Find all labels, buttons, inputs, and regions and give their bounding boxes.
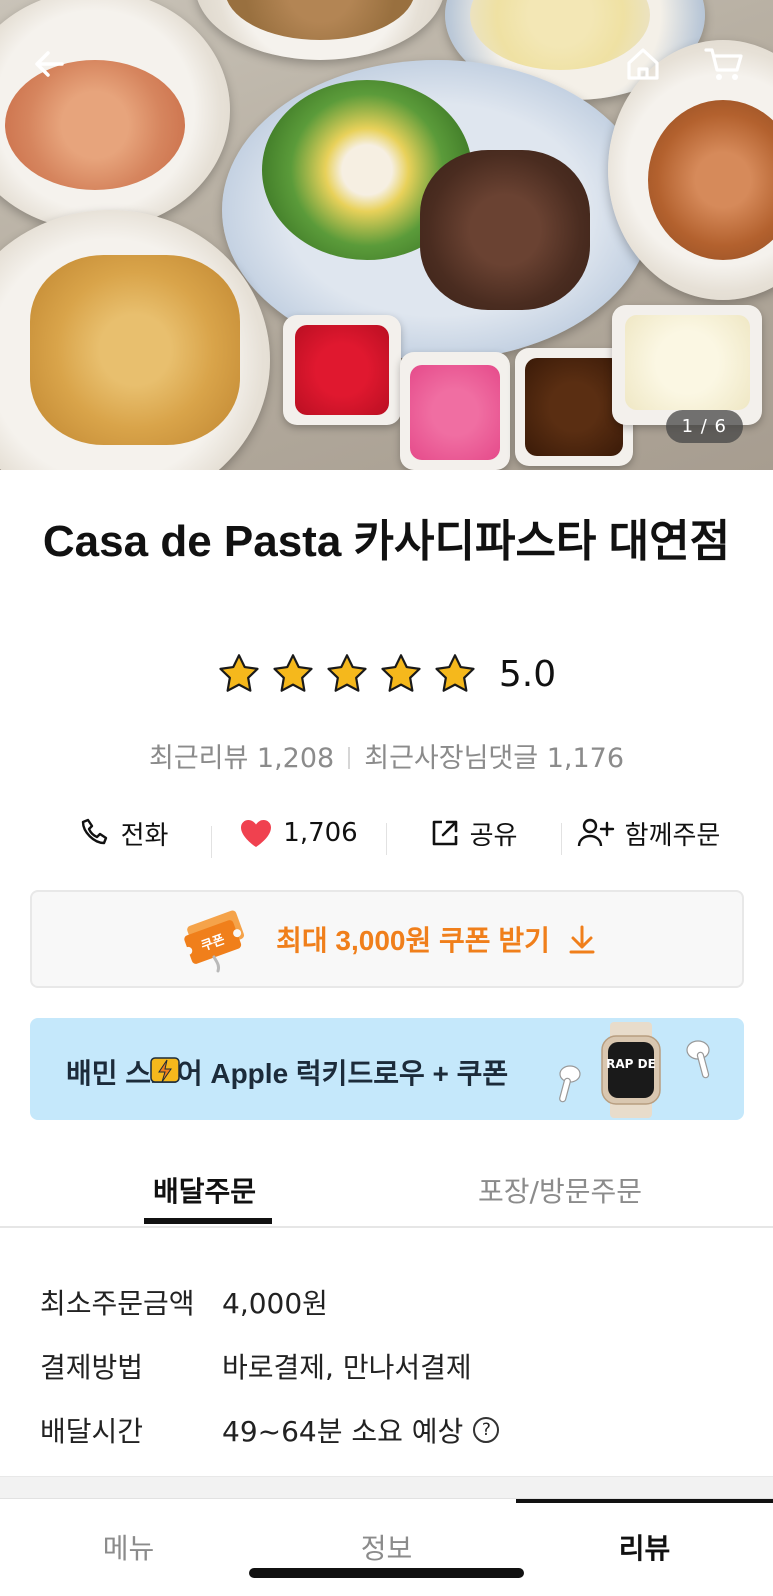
star-icon — [219, 654, 259, 692]
watch-text: RAP DE — [606, 1057, 656, 1071]
garlic-bread-image — [30, 255, 240, 445]
delivery-time-row: 배달시간 49~64분 소요 예상 ? — [40, 1398, 740, 1462]
coupon-download-button[interactable]: 쿠폰 최대 3,000원 쿠폰 받기 — [30, 890, 744, 988]
star-icon — [381, 654, 421, 692]
tab-delivery[interactable]: 배달주문 — [153, 1170, 256, 1210]
owner-replies-count[interactable]: 최근사장님댓글 1,176 — [364, 743, 624, 774]
cart-button[interactable] — [696, 36, 752, 92]
info-value: 4,000원 — [222, 1287, 328, 1320]
download-arrow-icon — [569, 925, 595, 954]
share-button[interactable]: 공유 — [386, 815, 561, 855]
home-indicator[interactable] — [249, 1568, 524, 1578]
call-label: 전화 — [120, 820, 169, 851]
add-user-icon — [577, 818, 614, 847]
recent-reviews-count[interactable]: 최근리뷰 1,208 — [149, 743, 334, 774]
star-icon — [327, 654, 367, 692]
heart-icon — [241, 820, 272, 847]
min-order-row: 최소주문금액 4,000원 — [40, 1270, 740, 1334]
pickled-radish-image — [410, 365, 500, 460]
active-tab-indicator — [144, 1218, 272, 1224]
payment-method-row: 결제방법 바로결제, 만나서결제 — [40, 1334, 740, 1398]
share-icon — [432, 820, 457, 846]
red-sauce-image — [295, 325, 389, 415]
group-order-button[interactable]: 함께주문 — [561, 815, 736, 855]
info-label: 최소주문금액 — [40, 1287, 195, 1320]
review-counts[interactable]: 최근리뷰 1,208 최근사장님댓글 1,176 — [0, 736, 773, 775]
airpod-right-icon — [686, 1040, 710, 1079]
tab-label: 메뉴 — [102, 1532, 155, 1565]
rating-score: 5.0 — [498, 653, 557, 695]
info-value: 49~64분 소요 예상 — [222, 1415, 464, 1448]
store-section-tabs: 메뉴 정보 리뷰 — [0, 1498, 773, 1596]
coupon-ticket-icon: 쿠폰 — [184, 910, 245, 973]
cream-sauce-image — [625, 315, 750, 410]
watch-icon: RAP DE — [601, 1022, 661, 1118]
tab-menu[interactable]: 메뉴 — [0, 1499, 257, 1596]
call-button[interactable]: 전화 — [36, 815, 211, 852]
info-value: 바로결제, 만나서결제 — [222, 1351, 472, 1384]
group-order-label: 함께주문 — [624, 820, 721, 851]
tab-review[interactable]: 리뷰 — [516, 1499, 773, 1596]
tab-label: 리뷰 — [618, 1532, 671, 1565]
home-icon — [627, 48, 659, 80]
info-label: 배달시간 — [40, 1415, 144, 1448]
order-type-tabs: 배달주문 포장/방문주문 — [0, 1158, 773, 1228]
like-count: 1,706 — [283, 818, 358, 848]
photo-counter: 1 / 6 — [665, 410, 743, 443]
lightning-bag-icon — [150, 1057, 180, 1083]
airpod-left-icon — [559, 1065, 581, 1103]
back-button[interactable] — [22, 36, 78, 92]
tab-info[interactable]: 정보 — [258, 1499, 515, 1596]
rating-stars — [217, 652, 477, 696]
info-label: 결제방법 — [40, 1351, 144, 1384]
delivery-info: 최소주문금액 4,000원 결제방법 바로결제, 만나서결제 배달시간 49~6… — [40, 1270, 740, 1462]
rating-row[interactable]: 5.0 — [0, 652, 773, 696]
brown-sauce-image — [525, 358, 623, 456]
info-value-wrap: 49~64분 소요 예상 ? — [222, 1410, 500, 1450]
phone-icon — [81, 818, 107, 845]
tab-label: 정보 — [360, 1532, 413, 1565]
store-actions: 전화 1,706 공유 함께주문 — [36, 808, 736, 858]
banner-text: 배민 스토어 Apple 럭키드로우 + 쿠폰 — [66, 1058, 509, 1089]
star-icon — [273, 654, 313, 692]
store-hero-photo[interactable]: 1 / 6 — [0, 0, 773, 470]
help-icon[interactable]: ? — [473, 1417, 500, 1443]
store-name: Casa de Pasta 카사디파스타 대연점 — [42, 517, 731, 566]
share-label: 공유 — [469, 820, 518, 851]
airpods-watch-image: RAP DE — [559, 1022, 710, 1118]
back-arrow-icon — [35, 51, 64, 77]
like-button[interactable]: 1,706 — [211, 818, 386, 858]
home-button[interactable] — [615, 36, 671, 92]
star-icon — [435, 654, 475, 692]
coupon-label: 최대 3,000원 쿠폰 받기 — [276, 925, 550, 956]
promo-banner[interactable]: 배민 스토어 Apple 럭키드로우 + 쿠폰 RAP DE — [30, 1018, 744, 1120]
cart-icon — [704, 48, 743, 80]
divider — [348, 747, 351, 769]
section-divider — [0, 1476, 773, 1498]
tab-pickup[interactable]: 포장/방문주문 — [478, 1170, 642, 1210]
steak-image — [420, 150, 590, 310]
